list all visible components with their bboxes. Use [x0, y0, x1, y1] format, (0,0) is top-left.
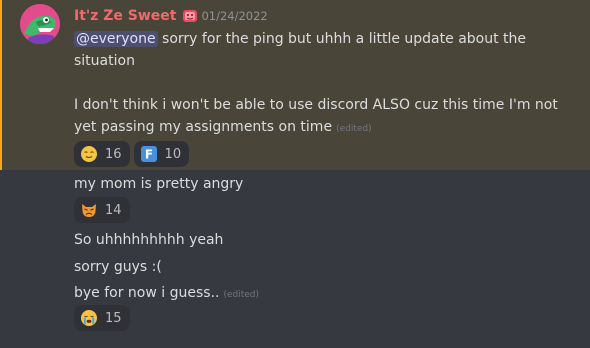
message-timestamp[interactable]: 01/24/2022: [201, 9, 267, 23]
crying-face-icon: [80, 309, 98, 327]
regional-letter: F: [144, 148, 152, 162]
angry-cat-icon: [80, 201, 98, 219]
message-header: It'z Ze Sweet 01/24/2022: [74, 6, 268, 26]
reaction-crying[interactable]: 15: [74, 305, 130, 331]
author-name[interactable]: It'z Ze Sweet: [74, 8, 176, 24]
reaction-relieved[interactable]: 16: [74, 141, 130, 167]
reaction-count: 14: [105, 202, 122, 218]
avatar[interactable]: [20, 4, 60, 44]
message-text-part: sorry for the ping but uhhh a little upd…: [157, 31, 527, 47]
regional-indicator-f-icon: F: [140, 145, 158, 163]
role-icon[interactable]: [182, 8, 198, 24]
reaction-count: 15: [105, 310, 122, 326]
edited-tag: (edited): [336, 124, 372, 134]
reaction-bar: 16 F 10: [74, 141, 190, 167]
message-text: yet passing my assignments on time (edite…: [74, 116, 372, 140]
relieved-face-icon: [80, 145, 98, 163]
message-text: @everyone sorry for the ping but uhhh a …: [74, 28, 526, 50]
message-text: I don't think i won't be able to use dis…: [74, 97, 558, 113]
message-text: sorry guys :(: [74, 259, 162, 275]
avatar-image: [20, 4, 60, 44]
reaction-bar: 14: [74, 197, 130, 223]
reaction-angry-cat[interactable]: 14: [74, 197, 130, 223]
everyone-mention[interactable]: @everyone: [74, 31, 158, 47]
edited-tag: (edited): [223, 290, 260, 300]
reaction-count: 16: [105, 146, 122, 162]
reaction-count: 10: [164, 146, 182, 162]
message-text: situation: [74, 53, 135, 69]
message-text: my mom is pretty angry: [74, 176, 244, 192]
message-text: So uhhhhhhhhh yeah: [74, 232, 224, 248]
reaction-f[interactable]: F 10: [133, 141, 190, 167]
reaction-bar: 15: [74, 305, 130, 331]
message-text-part: bye for now i guess..: [74, 285, 220, 301]
message-text-part: yet passing my assignments on time: [74, 119, 333, 135]
message-text: bye for now i guess.. (edited): [74, 282, 259, 306]
